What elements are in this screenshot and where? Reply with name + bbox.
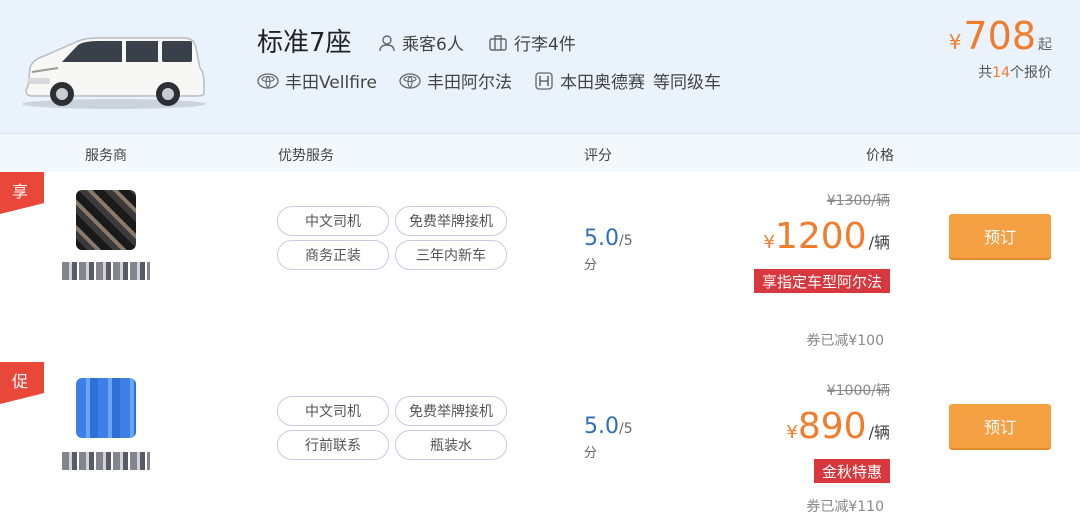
offer-price: ¥ 890 /辆: [786, 406, 890, 447]
column-provider: 服务商: [85, 148, 127, 164]
minivan-image: [22, 37, 206, 109]
toyota-logo-icon: [257, 72, 279, 89]
offer-price-amount: 890: [797, 406, 867, 447]
model-honda-odyssey: 本田奥德赛 等同级车: [534, 68, 721, 93]
person-icon: [379, 34, 395, 51]
rating-value: 5.0: [584, 226, 619, 251]
suitcase-icon: [489, 34, 507, 51]
starting-price-suffix: 起: [1038, 37, 1052, 53]
currency-symbol: ¥: [948, 30, 962, 54]
rating-max: /5: [619, 233, 633, 249]
models-suffix: 等同级车: [653, 73, 721, 93]
provider-name-blurred: [62, 262, 150, 280]
coupon-discount: 券已减¥100: [806, 333, 884, 349]
passenger-capacity: 乘客6人: [378, 30, 464, 55]
car-header: 标准7座 乘客6人 行李4件 丰田Vellfire 丰田阿尔法 本田奥德赛 等同…: [0, 0, 1080, 134]
quote-count-prefix: 共: [978, 65, 993, 81]
starting-price-amount: 708: [963, 14, 1036, 58]
service-tag: 中文司机: [277, 396, 389, 426]
rating-value: 5.0: [584, 414, 619, 439]
price-unit: /辆: [868, 233, 890, 252]
service-tag: 中文司机: [277, 206, 389, 236]
quote-count-number: 14: [992, 65, 1010, 81]
offer-flag-text: 享: [12, 182, 29, 201]
provider-logo: [76, 190, 136, 250]
luggage-capacity: 行李4件: [488, 30, 576, 55]
promo-badge: 金秋特惠: [813, 459, 890, 483]
car-models: 丰田Vellfire 丰田阿尔法 本田奥德赛 等同级车: [257, 68, 743, 93]
rating: 5.0/5 分: [584, 226, 633, 273]
original-price: ¥1300/辆: [826, 193, 890, 209]
passenger-text: 乘客6人: [402, 35, 464, 55]
price-unit: /辆: [868, 423, 890, 442]
starting-price: ¥ 708 起: [949, 14, 1052, 58]
currency-symbol: ¥: [763, 232, 775, 253]
toyota-logo-icon: [399, 72, 421, 89]
model-toyota-vellfire: 丰田Vellfire: [257, 68, 377, 93]
offer-flag-badge: 享: [0, 172, 44, 214]
quote-count-suffix: 个报价: [1010, 65, 1052, 81]
provider-name-blurred: [62, 452, 150, 470]
offer-flag-text: 促: [12, 372, 29, 391]
honda-logo-icon: [535, 71, 553, 90]
service-tag: 行前联系: [277, 430, 389, 460]
rating-unit: 分: [584, 446, 598, 461]
model-name: 本田奥德赛: [560, 73, 645, 93]
service-tag: 三年内新车: [395, 240, 507, 270]
car-class-title: 标准7座: [257, 28, 352, 58]
column-services: 优势服务: [278, 148, 334, 164]
original-price: ¥1000/辆: [826, 383, 890, 399]
service-tag: 免费举牌接机: [395, 206, 507, 236]
promo-badge: 享指定车型阿尔法: [753, 269, 890, 293]
luggage-text: 行李4件: [514, 35, 576, 55]
offer-table-header: 服务商 优势服务 评分 价格: [0, 134, 1080, 172]
service-tag: 商务正装: [277, 240, 389, 270]
offer-price: ¥ 1200 /辆: [764, 216, 890, 257]
rating-unit: 分: [584, 258, 598, 273]
offer-price-amount: 1200: [774, 216, 867, 257]
column-rating: 评分: [584, 148, 612, 164]
service-tag: 免费举牌接机: [395, 396, 507, 426]
offer-row: 促 中文司机 免费举牌接机 行前联系 瓶装水 5.0/5 分 ¥1000/辆 ¥…: [0, 352, 1080, 530]
quote-count: 共14个报价: [978, 62, 1052, 82]
rating: 5.0/5 分: [584, 414, 633, 461]
book-button[interactable]: 预订: [949, 214, 1051, 258]
currency-symbol: ¥: [786, 422, 798, 443]
model-name: 丰田Vellfire: [285, 73, 377, 93]
rating-max: /5: [619, 421, 633, 437]
book-button[interactable]: 预订: [949, 404, 1051, 448]
column-price: 价格: [866, 148, 894, 164]
offer-row: 享 中文司机 免费举牌接机 商务正装 三年内新车 5.0/5 分 ¥1300/辆…: [0, 172, 1080, 352]
model-toyota-alphard: 丰田阿尔法: [399, 68, 512, 93]
model-name: 丰田阿尔法: [427, 73, 512, 93]
offer-flag-badge: 促: [0, 362, 44, 404]
coupon-discount: 券已减¥110: [806, 499, 884, 515]
service-tag: 瓶装水: [395, 430, 507, 460]
provider-logo: [76, 378, 136, 438]
